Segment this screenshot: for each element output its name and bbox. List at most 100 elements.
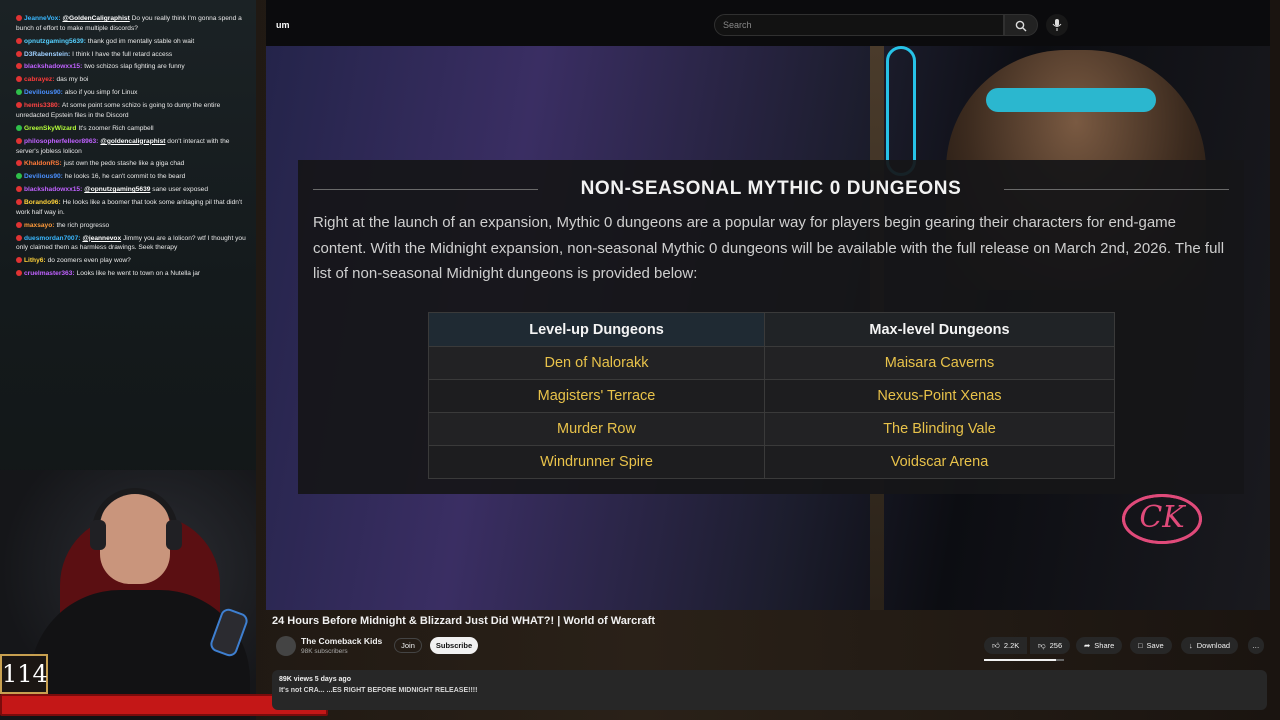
channel-avatar[interactable]: [276, 636, 296, 656]
microphone-icon: [1052, 19, 1062, 31]
like-button[interactable]: 👍︎ 2.2K: [984, 637, 1028, 654]
like-ratio-fill: [984, 659, 1056, 661]
chat-message: Devilious90: he looks 16, he can't commit…: [16, 172, 252, 182]
chat-text: two schizos slap fighting are funny: [84, 63, 185, 71]
like-ratio-bar: [984, 659, 1064, 661]
chat-badge-icon: [16, 160, 22, 167]
level-up-dungeon-cell: Den of Nalorakk: [428, 346, 765, 380]
chat-username[interactable]: opnutzgaming5639:: [24, 38, 86, 45]
chat-username[interactable]: Devilious90:: [24, 173, 63, 180]
dungeon-table: Level-up Dungeons Max-level Dungeons Den…: [428, 312, 1116, 479]
share-button[interactable]: ➦ Share: [1076, 637, 1123, 654]
ck-logo: CK: [1122, 494, 1202, 544]
like-count: 2.2K: [1003, 641, 1020, 650]
column-header-level-up: Level-up Dungeons: [428, 312, 765, 347]
dungeon-table-row: Den of Nalorakk Maisara Caverns: [428, 346, 1116, 380]
chat-message: hemis3380: At some point some schizo is g…: [16, 101, 252, 121]
chat-text: do zoomers even play wow?: [47, 257, 131, 265]
max-level-dungeon-cell: Voidscar Arena: [763, 445, 1116, 479]
subscribe-button[interactable]: Subscribe: [430, 637, 478, 654]
share-icon: ➦: [1084, 641, 1091, 650]
chat-badge-icon: [16, 63, 22, 70]
chat-mention[interactable]: @goldencaligraphist: [100, 138, 165, 145]
chat-username[interactable]: Devilious90:: [24, 89, 63, 96]
chat-username[interactable]: duesmordan7007:: [24, 235, 80, 242]
chat-username[interactable]: cabrayez:: [24, 76, 54, 83]
chat-mention[interactable]: @opnutzgaming5639: [84, 186, 150, 193]
chat-badge-icon: [16, 257, 22, 264]
video-views-date: 89K views 5 days ago: [279, 676, 351, 683]
host-headband: [986, 88, 1156, 112]
share-label: Share: [1094, 641, 1115, 650]
download-button[interactable]: ↓ Download: [1181, 637, 1239, 654]
chat-message: JeanneVox: @GoldenCaligraphist Do you rea…: [16, 14, 252, 34]
chat-badge-icon: [16, 173, 22, 180]
chat-username[interactable]: Borando96:: [24, 199, 61, 206]
screen: JeanneVox: @GoldenCaligraphist Do you rea…: [0, 0, 1280, 720]
download-label: Download: [1196, 641, 1231, 650]
chat-username[interactable]: Lithy6:: [24, 257, 46, 264]
level-up-dungeon-cell: Magisters' Terrace: [428, 379, 765, 413]
card-paragraph: Right at the launch of an expansion, Myt…: [313, 214, 1225, 282]
voice-search-button[interactable]: [1046, 14, 1068, 36]
chat-badge-icon: [16, 186, 22, 193]
search-icon: [1015, 20, 1027, 32]
chat-text: also if you simp for Linux: [64, 89, 138, 97]
bookmark-icon: □: [1138, 641, 1143, 650]
channel-name[interactable]: The Comeback Kids: [301, 636, 382, 646]
youtube-logo[interactable]: um: [276, 20, 290, 30]
search-button[interactable]: [1004, 14, 1038, 36]
max-level-dungeon-cell: Nexus-Point Xenas: [763, 379, 1116, 413]
level-up-dungeon-cell: Murder Row: [428, 412, 765, 446]
chat-username[interactable]: JeanneVox:: [24, 15, 61, 22]
chat-message: blackshadowxx15: @opnutzgaming5639 sane u…: [16, 185, 252, 195]
chat-username[interactable]: hemis3380:: [24, 102, 60, 109]
chat-badge-icon: [16, 124, 22, 131]
chat-username[interactable]: KhaldonRS:: [24, 160, 62, 167]
chat-message: Borando96: He looks like a boomer that to…: [16, 198, 252, 218]
chat-badge-icon: [16, 37, 22, 44]
chat-username[interactable]: blackshadowxx15:: [24, 63, 82, 70]
chat-badge-icon: [16, 221, 22, 228]
chat-message: philosopherfelleor8963: @goldencaligraphi…: [16, 137, 252, 157]
column-header-max-level: Max-level Dungeons: [763, 312, 1116, 347]
chat-message: blackshadowxx15: two schizos slap fightin…: [16, 62, 252, 72]
search-input[interactable]: Search: [714, 14, 1004, 36]
video-title: 24 Hours Before Midnight & Blizzard Just…: [272, 615, 655, 627]
chat-badge-icon: [16, 102, 22, 109]
chat-username[interactable]: maxsayo:: [24, 222, 54, 229]
chat-text: das my boi: [56, 76, 89, 84]
more-actions-button[interactable]: …: [1248, 637, 1264, 654]
dislike-button[interactable]: 👎︎ 256: [1030, 637, 1071, 654]
chat-text: sane user exposed: [152, 186, 208, 194]
chat-mention[interactable]: @jeannevox: [82, 235, 121, 242]
chat-message: GreenSkyWizard It's zoomer Rich campbell: [16, 124, 252, 134]
chat-badge-icon: [16, 199, 22, 206]
chat-message: D3Rabenstein: I think I have the full ret…: [16, 50, 252, 60]
neon-sign: [886, 46, 916, 176]
chat-badge-icon: [16, 270, 22, 277]
chat-badge-icon: [16, 50, 22, 57]
dungeon-table-row: Windrunner Spire Voidscar Arena: [428, 445, 1116, 479]
chat-message: Devilious90: also if you simp for Linux: [16, 88, 252, 98]
join-button[interactable]: Join: [394, 638, 422, 653]
dungeon-table-header: Level-up Dungeons Max-level Dungeons: [428, 312, 1116, 347]
chat-message: maxsayo: the rich progresso: [16, 221, 252, 231]
chat-mention[interactable]: @GoldenCaligraphist: [63, 15, 130, 22]
description-snippet: It's not CRA... ...ES RIGHT BEFORE MIDNI…: [279, 687, 478, 694]
chat-message: opnutzgaming5639: thank god im mentally s…: [16, 37, 252, 47]
title-divider-right: [1004, 189, 1229, 190]
chat-text: thank god im mentally stable oh wait: [87, 37, 195, 45]
chat-username[interactable]: cruelmaster363:: [24, 270, 75, 277]
chat-username[interactable]: GreenSkyWizard: [24, 125, 76, 132]
dungeon-table-row: Magisters' Terrace Nexus-Point Xenas: [428, 379, 1116, 413]
chat-username[interactable]: blackshadowxx15:: [24, 186, 82, 193]
dungeon-info-card: NON-SEASONAL MYTHIC 0 DUNGEONS Right at …: [298, 160, 1244, 494]
chat-username[interactable]: D3Rabenstein:: [24, 51, 70, 58]
stream-counter: 114: [0, 654, 48, 694]
save-button[interactable]: □ Save: [1130, 637, 1172, 654]
download-icon: ↓: [1189, 641, 1193, 650]
level-up-dungeon-cell: Windrunner Spire: [428, 445, 765, 479]
chat-username[interactable]: philosopherfelleor8963:: [24, 138, 98, 145]
thumbs-down-icon: 👎︎: [1038, 641, 1046, 650]
